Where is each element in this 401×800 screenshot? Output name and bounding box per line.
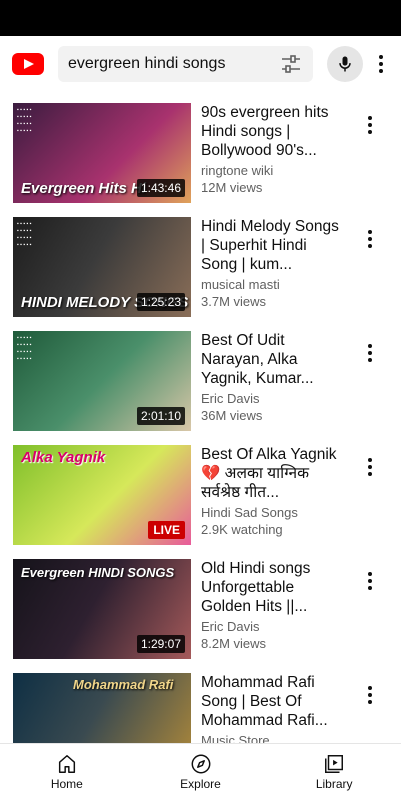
view-count: 12M views <box>201 180 263 195</box>
home-icon <box>58 755 75 773</box>
thumbnail-caption: Mohammad Rafi <box>73 677 174 692</box>
live-badge: LIVE <box>148 521 185 539</box>
view-count: 8.2M views <box>201 636 267 651</box>
thumbnail-tracklist-graphic: ▪ ▪ ▪ ▪ ▪ ▪ ▪ ▪ ▪ ▪ ▪ ▪ ▪ ▪ ▪ ▪ ▪ ▪ ▪ ▪ <box>17 221 32 248</box>
video-menu-icon[interactable] <box>367 115 373 135</box>
video-thumbnail[interactable]: Alka Yagnik LIVE <box>13 445 191 545</box>
more-vert-icon <box>379 55 383 73</box>
more-options-button[interactable] <box>371 46 391 82</box>
video-meta[interactable]: Old Hindi songs Unforgettable Golden Hit… <box>201 559 341 652</box>
video-meta[interactable]: 90s evergreen hits Hindi songs | Bollywo… <box>201 103 341 196</box>
video-meta[interactable]: Best Of Alka Yagnik 💔 अलका याग्निक सर्वश… <box>201 445 341 538</box>
channel-name[interactable]: musical masti <box>201 276 341 293</box>
video-result-item[interactable]: Mohammad Rafi Mohammad Rafi Song | Best … <box>0 673 401 752</box>
viewer-count: 2.9K watching <box>201 522 283 537</box>
duration-badge: 1:43:46 <box>136 179 185 197</box>
video-thumbnail[interactable]: Evergreen HINDI SONGS 1:29:07 <box>13 559 191 659</box>
video-result-item[interactable]: Alka Yagnik LIVE Best Of Alka Yagnik 💔 अ… <box>0 445 401 549</box>
search-results-list[interactable]: ▪ ▪ ▪ ▪ ▪ ▪ ▪ ▪ ▪ ▪ ▪ ▪ ▪ ▪ ▪ ▪ ▪ ▪ ▪ ▪ Eve… <box>0 92 401 752</box>
video-result-item[interactable]: ▪ ▪ ▪ ▪ ▪ ▪ ▪ ▪ ▪ ▪ ▪ ▪ ▪ ▪ ▪ ▪ ▪ ▪ ▪ ▪ HIN… <box>0 217 401 321</box>
library-icon <box>325 755 344 773</box>
video-thumbnail[interactable]: ▪ ▪ ▪ ▪ ▪ ▪ ▪ ▪ ▪ ▪ ▪ ▪ ▪ ▪ ▪ ▪ ▪ ▪ ▪ ▪ 2:0… <box>13 331 191 431</box>
thumbnail-caption: Evergreen Hits Hi <box>21 180 147 197</box>
video-thumbnail[interactable]: Mohammad Rafi <box>13 673 191 752</box>
video-menu-icon[interactable] <box>367 571 373 591</box>
video-title[interactable]: Old Hindi songs Unforgettable Golden Hit… <box>201 559 341 616</box>
search-query[interactable]: evergreen hindi songs <box>68 55 279 73</box>
channel-name[interactable]: Hindi Sad Songs <box>201 504 341 521</box>
video-meta[interactable]: Mohammad Rafi Song | Best Of Mohammad Ra… <box>201 673 341 749</box>
video-menu-icon[interactable] <box>367 457 373 477</box>
nav-home[interactable]: Home <box>0 744 134 800</box>
nav-explore-label: Explore <box>180 777 221 791</box>
video-title[interactable]: Best Of Alka Yagnik 💔 अलका याग्निक सर्वश… <box>201 445 341 502</box>
thumbnail-tracklist-graphic: ▪ ▪ ▪ ▪ ▪ ▪ ▪ ▪ ▪ ▪ ▪ ▪ ▪ ▪ ▪ ▪ ▪ ▪ ▪ ▪ <box>17 335 32 362</box>
status-bar <box>0 0 401 36</box>
video-menu-icon[interactable] <box>367 229 373 249</box>
nav-explore[interactable]: Explore <box>134 744 268 800</box>
duration-badge: 2:01:10 <box>136 407 185 425</box>
duration-badge: 1:25:23 <box>136 293 185 311</box>
top-app-bar: evergreen hindi songs <box>0 36 401 92</box>
channel-name[interactable]: Eric Davis <box>201 390 341 407</box>
video-title[interactable]: Mohammad Rafi Song | Best Of Mohammad Ra… <box>201 673 341 730</box>
video-title[interactable]: Best Of Udit Narayan, Alka Yagnik, Kumar… <box>201 331 341 388</box>
nav-library-label: Library <box>315 777 353 791</box>
view-count: 3.7M views <box>201 294 267 309</box>
video-result-item[interactable]: ▪ ▪ ▪ ▪ ▪ ▪ ▪ ▪ ▪ ▪ ▪ ▪ ▪ ▪ ▪ ▪ ▪ ▪ ▪ ▪ Eve… <box>0 103 401 207</box>
channel-name[interactable]: Eric Davis <box>201 618 341 635</box>
video-meta[interactable]: Hindi Melody Songs | Superhit Hindi Song… <box>201 217 341 310</box>
thumbnail-tracklist-graphic: ▪ ▪ ▪ ▪ ▪ ▪ ▪ ▪ ▪ ▪ ▪ ▪ ▪ ▪ ▪ ▪ ▪ ▪ ▪ ▪ <box>17 107 32 134</box>
video-meta[interactable]: Best Of Udit Narayan, Alka Yagnik, Kumar… <box>201 331 341 424</box>
filter-icon[interactable] <box>279 52 303 76</box>
video-title[interactable]: 90s evergreen hits Hindi songs | Bollywo… <box>201 103 341 160</box>
video-title[interactable]: Hindi Melody Songs | Superhit Hindi Song… <box>201 217 341 274</box>
bottom-navigation: Home Explore Library <box>0 743 401 800</box>
search-box[interactable]: evergreen hindi songs <box>58 46 313 82</box>
video-result-item[interactable]: ▪ ▪ ▪ ▪ ▪ ▪ ▪ ▪ ▪ ▪ ▪ ▪ ▪ ▪ ▪ ▪ ▪ ▪ ▪ ▪ 2:0… <box>0 331 401 435</box>
compass-icon <box>191 754 210 774</box>
channel-name[interactable]: ringtone wiki <box>201 162 341 179</box>
video-menu-icon[interactable] <box>367 343 373 363</box>
youtube-logo-icon[interactable] <box>12 53 44 75</box>
thumbnail-caption: Evergreen HINDI SONGS <box>21 565 175 580</box>
video-menu-icon[interactable] <box>367 685 373 705</box>
microphone-icon <box>339 56 351 72</box>
nav-home-label: Home <box>50 777 83 791</box>
video-thumbnail[interactable]: ▪ ▪ ▪ ▪ ▪ ▪ ▪ ▪ ▪ ▪ ▪ ▪ ▪ ▪ ▪ ▪ ▪ ▪ ▪ ▪ HIN… <box>13 217 191 317</box>
voice-search-button[interactable] <box>327 46 363 82</box>
view-count: 36M views <box>201 408 263 423</box>
thumbnail-caption: Alka Yagnik <box>21 449 106 466</box>
video-result-item[interactable]: Evergreen HINDI SONGS 1:29:07 Old Hindi … <box>0 559 401 663</box>
nav-library[interactable]: Library <box>267 744 401 800</box>
video-thumbnail[interactable]: ▪ ▪ ▪ ▪ ▪ ▪ ▪ ▪ ▪ ▪ ▪ ▪ ▪ ▪ ▪ ▪ ▪ ▪ ▪ ▪ Eve… <box>13 103 191 203</box>
duration-badge: 1:29:07 <box>136 635 185 653</box>
